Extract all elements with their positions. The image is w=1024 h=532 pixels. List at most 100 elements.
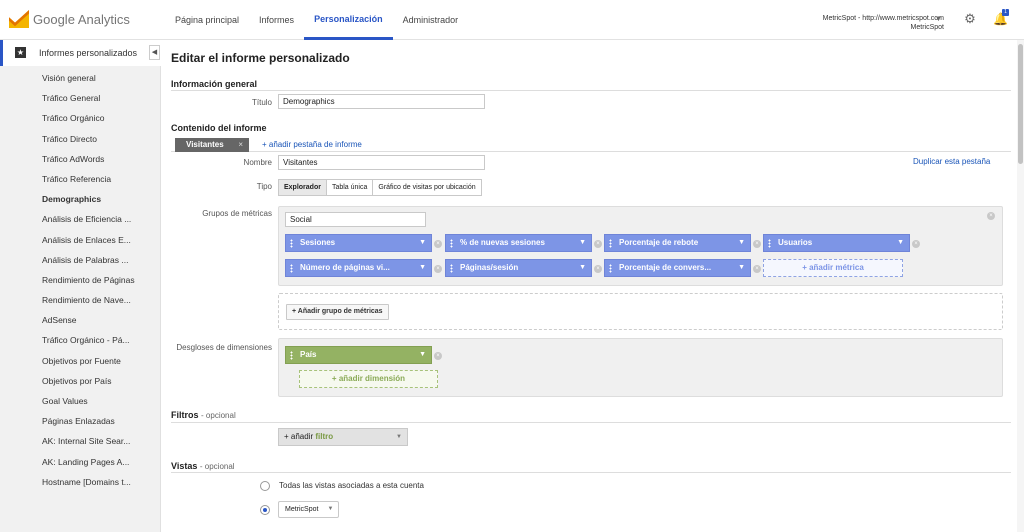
title-input[interactable]: Demographics (278, 94, 485, 109)
sidebar: ★ Informes personalizados ◀ Visión gener… (0, 40, 161, 532)
divider (171, 90, 1011, 91)
chevron-down-icon[interactable]: ▼ (935, 16, 942, 23)
sidebar-item[interactable]: Análisis de Eficiencia ... (0, 209, 161, 229)
sidebar-item[interactable]: Tráfico Directo (0, 129, 161, 149)
nav-home[interactable]: Página principal (165, 0, 249, 40)
sidebar-list: Visión general Tráfico General Tráfico O… (0, 68, 161, 492)
metric-label: Usuarios (778, 238, 813, 247)
report-type-selector: Explorador Tabla única Gráfico de visita… (278, 179, 482, 196)
page-title: Editar el informe personalizado (171, 51, 350, 65)
gear-icon[interactable]: ⚙ (963, 12, 977, 26)
collapse-sidebar-button[interactable]: ◀ (149, 45, 160, 60)
sidebar-item[interactable]: Rendimiento de Nave... (0, 290, 161, 310)
sidebar-item[interactable]: Rendimiento de Páginas (0, 270, 161, 290)
report-tab[interactable]: Visitantes × (175, 138, 249, 152)
notification-badge: 1 (1002, 9, 1009, 16)
metric-pill[interactable]: Sesiones ▼ (285, 234, 432, 252)
sidebar-item[interactable]: Tráfico General (0, 88, 161, 108)
view-select[interactable]: MetricSpot ▼ (278, 501, 340, 518)
main-content: Editar el informe personalizado Informac… (162, 40, 1017, 532)
name-label: Nombre (243, 158, 272, 167)
duplicate-tab-link[interactable]: Duplicar esta pestaña (913, 157, 990, 166)
sidebar-item[interactable]: Hostname [Domains t... (0, 472, 161, 492)
all-views-radio[interactable] (260, 481, 270, 491)
remove-metric-icon[interactable]: × (434, 240, 442, 248)
chevron-down-icon: ▼ (579, 239, 586, 246)
analytics-logo-icon (9, 10, 29, 28)
chevron-down-icon: ▼ (419, 239, 426, 246)
metric-pill[interactable]: Usuarios ▼ (763, 234, 910, 252)
type-explorer-button[interactable]: Explorador (278, 179, 327, 196)
remove-dimension-icon[interactable]: × (434, 352, 442, 360)
sidebar-item[interactable]: AK: Internal Site Sear... (0, 431, 161, 451)
nav-reports[interactable]: Informes (249, 0, 304, 40)
dimension-pill[interactable]: País ▼ (285, 346, 432, 364)
scrollbar-thumb[interactable] (1018, 44, 1023, 164)
section-filters-heading: Filtros - opcional (171, 410, 236, 420)
nav-customization[interactable]: Personalización (304, 0, 393, 40)
sidebar-item[interactable]: AK: Landing Pages A... (0, 452, 161, 472)
sidebar-item[interactable]: Tráfico Referencia (0, 169, 161, 189)
filters-title: Filtros (171, 410, 199, 420)
metric-pill[interactable]: Páginas/sesión ▼ (445, 259, 592, 277)
remove-metric-icon[interactable]: × (753, 265, 761, 273)
sidebar-item[interactable]: Tráfico Orgánico (0, 108, 161, 128)
sidebar-item[interactable]: AdSense (0, 310, 161, 330)
sidebar-item[interactable]: Visión general (0, 68, 161, 88)
metric-pill[interactable]: % de nuevas sesiones ▼ (445, 234, 592, 252)
sidebar-item[interactable]: Páginas Enlazadas (0, 411, 161, 431)
chevron-down-icon: ▼ (738, 239, 745, 246)
metric-pill[interactable]: Número de páginas vi... ▼ (285, 259, 432, 277)
main-nav: Página principal Informes Personalizació… (165, 0, 468, 40)
add-metric-group-button[interactable]: + Añadir grupo de métricas (286, 304, 389, 320)
sidebar-header[interactable]: ★ Informes personalizados (0, 40, 161, 66)
sidebar-item[interactable]: Tráfico Orgánico - Pá... (0, 330, 161, 350)
chevron-down-icon: ▼ (396, 434, 402, 440)
account-selector[interactable]: MetricSpot - http://www.metricspot.com M… (823, 14, 944, 32)
sidebar-item[interactable]: Tráfico AdWords (0, 149, 161, 169)
metric-label: Sesiones (300, 238, 336, 247)
sidebar-item[interactable]: Análisis de Palabras ... (0, 250, 161, 270)
account-name: MetricSpot - http://www.metricspot.com (822, 15, 944, 22)
google-analytics-logo[interactable]: Google Analytics (9, 10, 130, 28)
all-views-label: Todas las vistas asociadas a esta cuenta (279, 481, 424, 490)
view-select-value: MetricSpot (285, 506, 319, 513)
name-input[interactable]: Visitantes (278, 155, 485, 170)
nav-admin[interactable]: Administrador (393, 0, 469, 40)
remove-metric-icon[interactable]: × (753, 240, 761, 248)
section-general-heading: Información general (171, 79, 258, 89)
sidebar-item[interactable]: Análisis de Enlaces E... (0, 230, 161, 250)
type-flat-table-button[interactable]: Tabla única (325, 179, 374, 196)
metric-group-name-input[interactable]: Social (285, 212, 426, 227)
close-icon[interactable]: × (238, 138, 243, 152)
add-filter-dropdown[interactable]: + añadir filtro ▼ (278, 428, 408, 446)
add-report-tab-link[interactable]: + añadir pestaña de informe (262, 140, 362, 149)
optional-label: - opcional (201, 411, 236, 420)
sidebar-item[interactable]: Objetivos por País (0, 371, 161, 391)
report-tab-label: Visitantes (186, 140, 224, 149)
remove-metric-icon[interactable]: × (912, 240, 920, 248)
sidebar-item[interactable]: Objetivos por Fuente (0, 351, 161, 371)
selected-view-radio[interactable] (260, 505, 270, 515)
account-view: MetricSpot (910, 24, 944, 31)
chevron-down-icon: ▼ (738, 264, 745, 271)
metric-pill[interactable]: Porcentaje de convers... ▼ (604, 259, 751, 277)
type-map-overlay-button[interactable]: Gráfico de visitas por ubicación (372, 179, 482, 196)
logo-text: Google Analytics (33, 11, 130, 27)
remove-metric-icon[interactable]: × (594, 240, 602, 248)
metric-groups-label: Grupos de métricas (202, 209, 272, 218)
metric-pill[interactable]: Porcentaje de rebote ▼ (604, 234, 751, 252)
sidebar-item-active[interactable]: Demographics (0, 189, 161, 209)
metric-label: Páginas/sesión (460, 263, 519, 272)
add-metric-slot[interactable]: + añadir métrica (763, 259, 903, 277)
remove-metric-group-icon[interactable]: × (987, 212, 995, 220)
divider (171, 422, 1011, 423)
metric-label: % de nuevas sesiones (460, 238, 545, 247)
remove-metric-icon[interactable]: × (594, 265, 602, 273)
add-dimension-slot[interactable]: + añadir dimensión (299, 370, 438, 388)
chevron-down-icon: ▼ (327, 506, 334, 512)
add-filter-text: + añadir (284, 432, 314, 441)
sidebar-item[interactable]: Goal Values (0, 391, 161, 411)
dimensions-label: Desgloses de dimensiones (176, 343, 272, 352)
remove-metric-icon[interactable]: × (434, 265, 442, 273)
